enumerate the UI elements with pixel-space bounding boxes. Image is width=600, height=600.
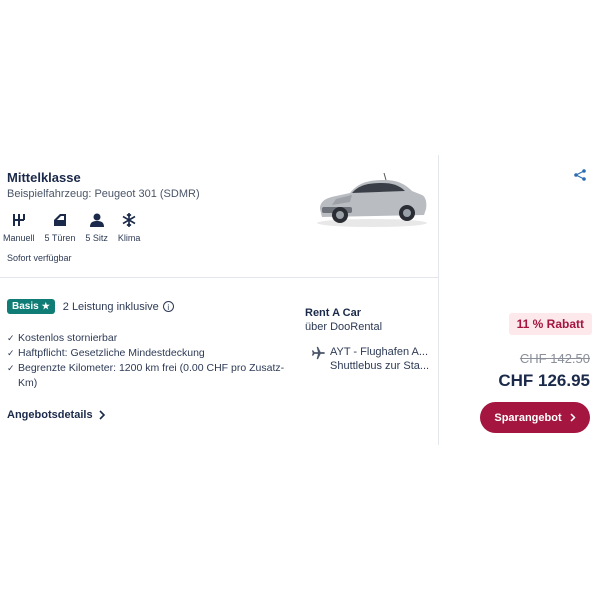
vertical-divider (438, 155, 439, 445)
feature-seats: 5 Sitz (85, 210, 108, 243)
snowflake-icon (118, 210, 140, 230)
availability-text: Sofort verfügbar (7, 253, 72, 263)
discount-badge: 11 % Rabatt (508, 313, 592, 335)
feature-label: Klima (117, 233, 141, 243)
offer-details-label: Angebotsdetails (7, 409, 93, 421)
list-item: ✓ Begrenzte Kilometer: 1200 km frei (0.00… (7, 361, 287, 391)
benefit-text: Begrenzte Kilometer: 1200 km frei (0.00 … (18, 362, 285, 389)
horizontal-divider (0, 277, 438, 278)
feature-ac: Klima (117, 210, 141, 243)
benefit-list: ✓ Kostenlos stornierbar ✓ Haftpflicht: Ges… (7, 331, 287, 391)
chevron-right-icon (99, 410, 105, 420)
included-label: 2 Leistung inklusive (62, 300, 159, 313)
current-price: CHF 126.95 (498, 371, 590, 390)
feature-list: Manuell 5 Türen 5 Sitz Klima (3, 210, 150, 243)
check-icon: ✓ (7, 348, 15, 358)
feature-label: 5 Türen (44, 233, 76, 243)
package-badge-label: Basis (12, 301, 39, 312)
location-name: AYT - Flughafen A... (330, 346, 429, 358)
location-shuttle: Shuttlebus zur Sta... (330, 360, 430, 372)
provider-name: Rent A Car (305, 307, 362, 319)
provider-via: über DooRental (305, 321, 383, 333)
car-category-title: Mittelklasse (7, 170, 81, 185)
pickup-location: AYT - Flughafen A... Shuttlebus zur Sta.… (311, 345, 430, 373)
offer-details-link[interactable]: Angebotsdetails (7, 409, 106, 421)
check-icon: ✓ (7, 333, 15, 343)
car-door-icon (49, 210, 71, 230)
included-services[interactable]: 2 Leistung inklusive i (63, 301, 174, 313)
list-item: ✓ Haftpflicht: Gesetzliche Mindestdeckung (7, 346, 287, 361)
plane-icon (311, 346, 325, 360)
check-icon: ✓ (7, 363, 15, 373)
feature-label: Manuell (3, 233, 35, 243)
seat-person-icon (86, 210, 108, 230)
feature-label: 5 Sitz (85, 233, 108, 243)
package-badge: Basis ★ (7, 299, 55, 314)
car-image (317, 172, 427, 227)
info-icon[interactable]: i (162, 301, 174, 312)
benefit-text: Haftpflicht: Gesetzliche Mindestdeckung (18, 347, 205, 359)
benefit-text: Kostenlos stornierbar (18, 332, 118, 344)
old-price: CHF 142.50 (519, 351, 590, 366)
chevron-right-icon (570, 413, 576, 422)
location-text: AYT - Flughafen A... Shuttlebus zur Sta.… (330, 345, 430, 373)
deal-button-label: Sparangebot (494, 411, 562, 424)
feature-transmission: Manuell (3, 210, 35, 243)
gearshift-icon (8, 210, 30, 230)
star-icon: ★ (41, 301, 50, 311)
share-icon[interactable] (574, 169, 586, 181)
list-item: ✓ Kostenlos stornierbar (7, 331, 287, 346)
package-row: Basis ★ 2 Leistung inklusive i (7, 299, 174, 314)
provider-info: Rent A Car über DooRental (305, 307, 382, 333)
example-vehicle: Beispielfahrzeug: Peugeot 301 (SDMR) (7, 188, 200, 200)
deal-button[interactable]: Sparangebot (480, 402, 590, 433)
feature-doors: 5 Türen (44, 210, 76, 243)
offer-card: Mittelklasse Beispielfahrzeug: Peugeot 3… (0, 155, 600, 445)
